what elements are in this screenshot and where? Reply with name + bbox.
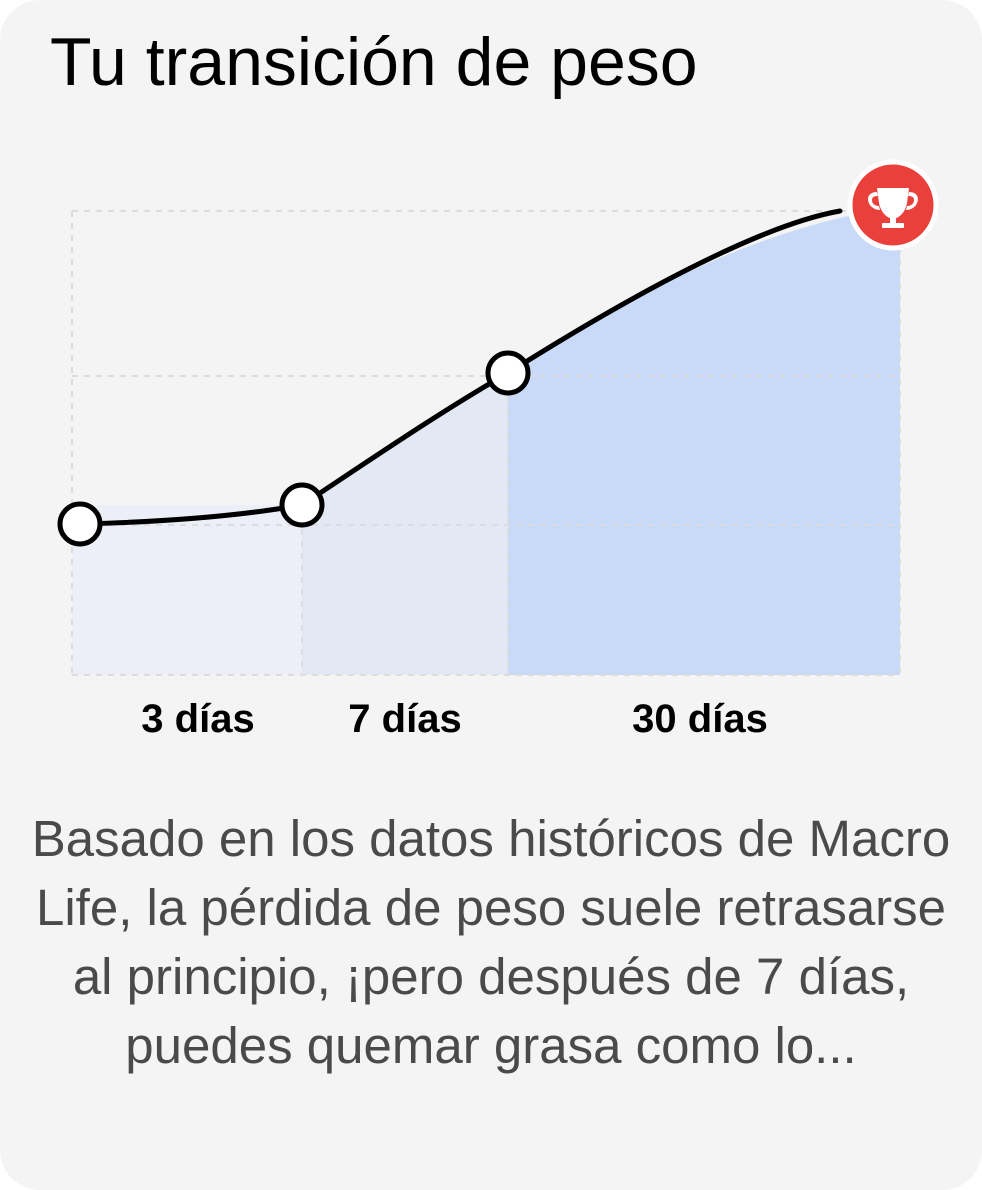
segment-fill-3-dias <box>72 505 302 675</box>
x-label-30-dias: 30 días <box>632 697 768 741</box>
x-label-7-dias: 7 días <box>348 697 461 741</box>
data-point-3-dias <box>279 482 325 528</box>
x-label-3-dias: 3 días <box>141 697 254 741</box>
segment-fills <box>72 207 900 675</box>
goal-marker <box>847 159 939 251</box>
card-title: Tu transición de peso <box>50 24 698 100</box>
weight-transition-chart: 3 días 7 días 30 días <box>57 159 939 741</box>
segment-fill-7-dias <box>302 505 508 675</box>
data-point-start <box>57 501 103 547</box>
card-description: Basado en los datos históricos de Macro … <box>31 810 951 1074</box>
segment-fill-30-dias <box>508 207 900 675</box>
data-point-7-dias <box>485 350 531 396</box>
weight-transition-card: Tu transición de peso 3 días 7 días 30 d… <box>0 0 982 1190</box>
